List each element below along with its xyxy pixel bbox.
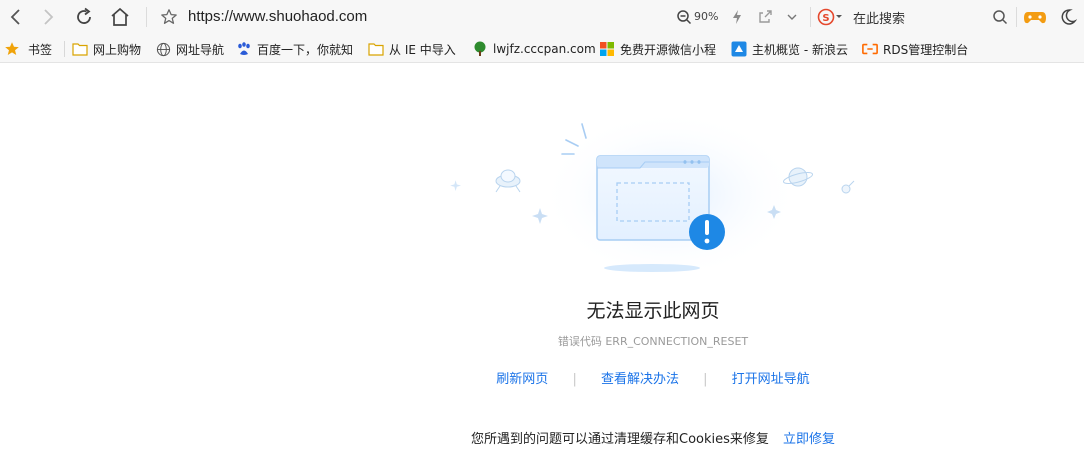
repair-hint-text: 您所遇到的问题可以通过清理缓存和Cookies来修复 bbox=[471, 432, 769, 447]
bookmark-label: 网上购物 bbox=[93, 42, 142, 57]
fix-now-link[interactable]: 立即修复 bbox=[783, 432, 835, 447]
bookmarks-label: 书签 bbox=[28, 42, 53, 57]
lightning-icon bbox=[733, 10, 741, 24]
bookmark-label: 主机概览 - 新浪云 bbox=[752, 42, 848, 57]
bookmarks-bar: 书签 网上购物 网址导航 百度一下，你就知 从 IE 中导入 lwjfz.ccc… bbox=[0, 35, 1084, 63]
bookmark-item[interactable]: RDS管理控制台 bbox=[862, 39, 968, 59]
bookmark-item[interactable]: lwjfz.cccpan.com bbox=[472, 39, 596, 59]
cloud-icon bbox=[731, 41, 747, 57]
bookmarks-menu[interactable]: 书签 bbox=[4, 39, 52, 59]
gamepad-icon bbox=[1024, 12, 1046, 24]
bookmark-item[interactable]: 网上购物 bbox=[72, 39, 141, 59]
globe-icon bbox=[155, 41, 171, 57]
view-solution-link[interactable]: 查看解决办法 bbox=[601, 372, 679, 387]
windows-icon bbox=[599, 41, 615, 57]
bookmark-item[interactable]: 主机概览 - 新浪云 bbox=[731, 39, 848, 59]
error-actions: 刷新网页 | 查看解决办法 | 打开网址导航 bbox=[0, 368, 1084, 387]
star-filled-icon bbox=[4, 41, 20, 57]
toolbar-divider bbox=[1016, 7, 1017, 27]
refresh-icon bbox=[77, 7, 91, 24]
svg-text:S: S bbox=[822, 13, 829, 24]
bookmark-item[interactable]: 从 IE 中导入 bbox=[368, 39, 456, 59]
aliyun-icon bbox=[862, 41, 878, 57]
night-mode-button[interactable] bbox=[1054, 3, 1082, 31]
bookmark-label: 网址导航 bbox=[176, 42, 225, 57]
bookmark-label: 百度一下，你就知 bbox=[257, 42, 354, 57]
folder-icon bbox=[72, 41, 88, 57]
search-input[interactable]: 在此搜索 bbox=[853, 8, 905, 27]
share-icon bbox=[759, 10, 772, 23]
back-button[interactable] bbox=[2, 3, 30, 31]
speed-mode-button[interactable] bbox=[723, 3, 751, 31]
moon-icon bbox=[1061, 9, 1077, 25]
bookmark-label: 免费开源微信小程 bbox=[620, 42, 717, 57]
search-icon bbox=[993, 10, 1008, 25]
refresh-button[interactable] bbox=[70, 3, 98, 31]
bookmark-label: 从 IE 中导入 bbox=[389, 42, 456, 57]
toolbar-divider bbox=[810, 7, 811, 27]
address-bar-url[interactable]: https://www.shuohaod.com bbox=[188, 6, 367, 28]
zoom-level[interactable]: 90% bbox=[694, 10, 718, 23]
toolbar-divider bbox=[146, 7, 147, 27]
home-icon bbox=[111, 7, 129, 26]
folder-icon bbox=[368, 41, 384, 57]
home-button[interactable] bbox=[106, 3, 134, 31]
bookmark-label: lwjfz.cccpan.com bbox=[493, 42, 596, 56]
connection-error-illustration bbox=[450, 110, 855, 280]
bookmark-item[interactable]: 网址导航 bbox=[155, 39, 224, 59]
search-button[interactable] bbox=[986, 3, 1014, 31]
bookmarks-divider bbox=[64, 41, 65, 57]
action-divider: | bbox=[703, 372, 708, 387]
sogou-logo-icon: S bbox=[817, 8, 842, 26]
forward-button[interactable] bbox=[34, 3, 62, 31]
share-button[interactable] bbox=[751, 3, 779, 31]
bookmark-item[interactable]: 免费开源微信小程 bbox=[599, 39, 716, 59]
baidu-paw-icon bbox=[236, 41, 252, 57]
zoom-out-icon bbox=[677, 10, 692, 25]
refresh-page-link[interactable]: 刷新网页 bbox=[496, 372, 548, 387]
forward-arrow-icon bbox=[44, 9, 54, 25]
bookmark-label: RDS管理控制台 bbox=[883, 42, 969, 57]
chevron-down-icon bbox=[787, 14, 797, 20]
more-menu-button[interactable] bbox=[778, 3, 806, 31]
star-icon bbox=[161, 9, 177, 24]
error-title: 无法显示此网页 bbox=[586, 300, 720, 322]
action-divider: | bbox=[572, 372, 577, 387]
error-code: 错误代码 ERR_CONNECTION_RESET bbox=[557, 335, 749, 348]
browser-toolbar: https://www.shuohaod.com 90% S 在此搜索 bbox=[0, 0, 1084, 35]
game-center-button[interactable] bbox=[1021, 3, 1049, 31]
favorite-button[interactable] bbox=[155, 3, 183, 31]
tree-icon bbox=[472, 41, 488, 57]
search-engine-selector[interactable]: S bbox=[816, 3, 844, 31]
repair-hint: 您所遇到的问题可以通过清理缓存和Cookies来修复 立即修复 bbox=[0, 428, 1084, 447]
open-nav-link[interactable]: 打开网址导航 bbox=[732, 372, 810, 387]
back-arrow-icon bbox=[10, 9, 20, 25]
bookmark-item[interactable]: 百度一下，你就知 bbox=[236, 39, 353, 59]
